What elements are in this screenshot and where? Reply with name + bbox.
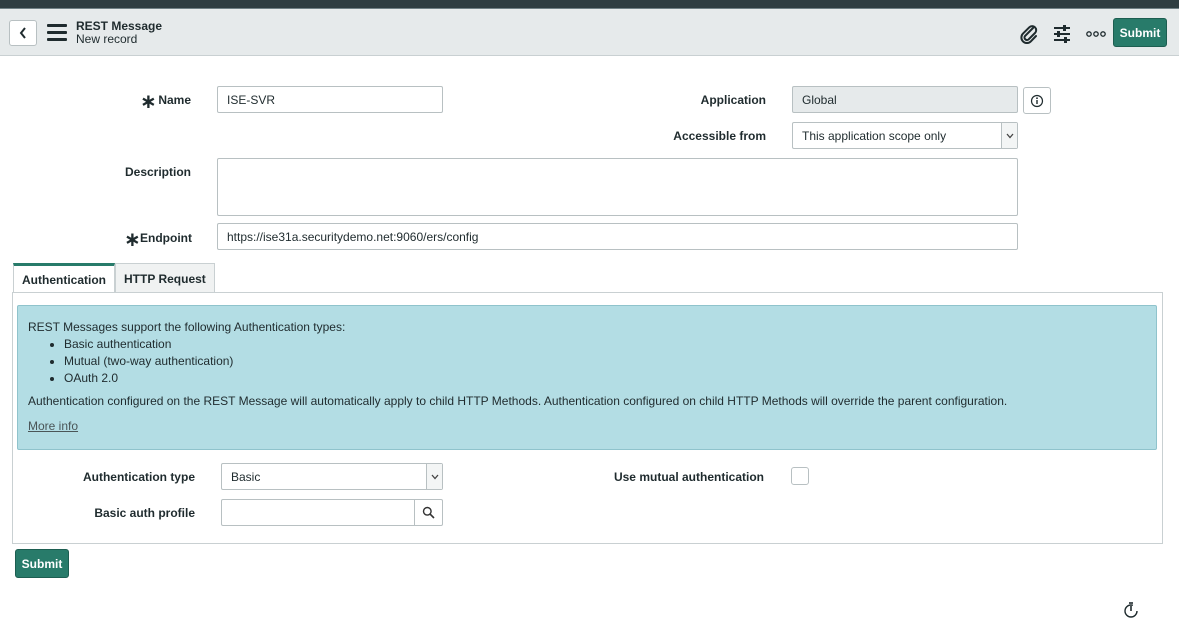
- back-button[interactable]: [9, 20, 37, 46]
- tab-http-request[interactable]: HTTP Request: [115, 263, 215, 293]
- application-label: Application: [700, 93, 766, 107]
- auth-type-value: Basic: [231, 469, 261, 484]
- tab-authentication[interactable]: Authentication: [13, 263, 115, 293]
- required-marker-endpoint: ∗: [124, 229, 141, 251]
- list-item: Basic authentication: [64, 336, 1146, 353]
- submit-button-bottom[interactable]: Submit: [15, 549, 69, 578]
- list-item: OAuth 2.0: [64, 370, 1146, 387]
- application-field: Global: [792, 86, 1018, 113]
- info-icon: [1030, 94, 1044, 107]
- settings-sliders-icon[interactable]: [1051, 23, 1073, 45]
- accessible-from-label: Accessible from: [673, 129, 766, 143]
- submit-button-top[interactable]: Submit: [1113, 18, 1167, 47]
- application-info-button[interactable]: [1023, 87, 1051, 114]
- endpoint-input[interactable]: https://ise31a.securitydemo.net:9060/ers…: [217, 223, 1018, 250]
- section-tabs: Authentication HTTP Request: [13, 263, 215, 293]
- chevron-left-icon: [19, 27, 26, 39]
- mutual-auth-checkbox[interactable]: [791, 467, 809, 485]
- form-header: REST Message New record Submit: [0, 9, 1179, 56]
- description-label: Description: [124, 165, 191, 179]
- notice-intro: REST Messages support the following Auth…: [28, 320, 346, 334]
- basic-auth-profile-label: Basic auth profile: [94, 506, 195, 520]
- lookup-button[interactable]: [414, 500, 442, 525]
- accessible-from-select[interactable]: This application scope only: [792, 122, 1018, 149]
- more-info-link[interactable]: More info: [28, 418, 1146, 435]
- notice-body: Authentication configured on the REST Me…: [28, 394, 1008, 408]
- paperclip-icon[interactable]: [1018, 23, 1040, 45]
- authentication-notice: REST Messages support the following Auth…: [17, 305, 1157, 450]
- page-subtitle: New record: [76, 32, 138, 46]
- more-options-icon[interactable]: [1085, 23, 1107, 45]
- endpoint-label: Endpoint: [140, 231, 192, 245]
- accessible-from-value: This application scope only: [802, 128, 947, 143]
- basic-auth-profile-input[interactable]: [221, 499, 443, 526]
- response-timer-icon[interactable]: [1122, 601, 1140, 619]
- record-title: REST Message New record: [76, 20, 162, 46]
- mutual-auth-label: Use mutual authentication: [613, 470, 764, 484]
- chevron-down-icon[interactable]: [426, 464, 442, 489]
- hamburger-menu-icon[interactable]: [47, 24, 67, 42]
- description-textarea[interactable]: [217, 158, 1018, 216]
- auth-type-select[interactable]: Basic: [221, 463, 443, 490]
- auth-types-list: Basic authentication Mutual (two-way aut…: [64, 336, 1146, 387]
- chevron-down-icon[interactable]: [1001, 123, 1017, 148]
- top-banner: [0, 0, 1179, 9]
- name-label: Name: [158, 93, 191, 107]
- name-input[interactable]: ISE-SVR: [217, 86, 443, 113]
- list-item: Mutual (two-way authentication): [64, 353, 1146, 370]
- search-icon: [422, 506, 435, 519]
- auth-type-label: Authentication type: [82, 470, 195, 484]
